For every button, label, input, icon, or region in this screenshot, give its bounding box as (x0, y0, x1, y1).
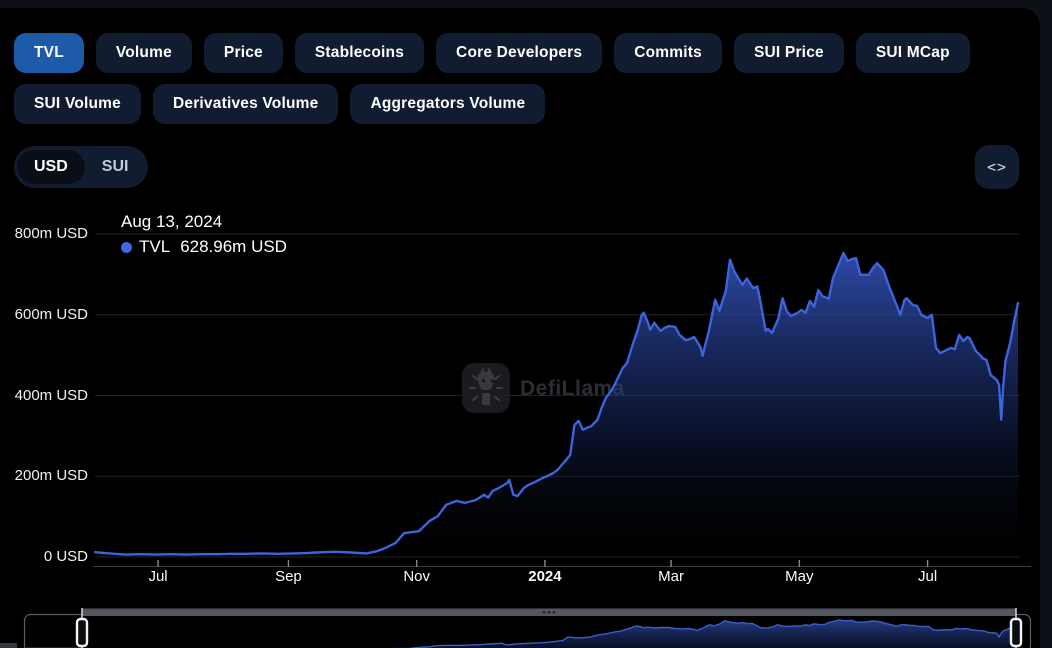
tab-stablecoins[interactable]: Stablecoins (295, 33, 424, 73)
y-axis-tick-label: 400m USD (0, 386, 88, 406)
tooltip-date: Aug 13, 2024 (121, 211, 287, 232)
metric-tabs-row-2: SUI Volume Derivatives Volume Aggregators … (14, 84, 545, 124)
x-axis-ticks (158, 560, 928, 567)
background-artifact (0, 643, 17, 648)
tab-commits[interactable]: Commits (614, 33, 722, 73)
tvl-area-fill (95, 253, 1018, 558)
x-axis-tick-label: 2024 (509, 567, 581, 587)
tooltip-series-name: TVL (139, 237, 170, 257)
code-brackets-icon: <> (987, 158, 1007, 176)
y-axis-tick-label: 0 USD (0, 547, 88, 567)
x-axis-tick-label: May (763, 567, 835, 587)
series-dot-icon (121, 242, 132, 253)
x-axis-tick-label: Nov (381, 567, 453, 587)
move-handle-grip-icon (543, 611, 556, 614)
tab-price[interactable]: Price (204, 33, 283, 73)
y-axis-tick-label: 200m USD (0, 466, 88, 486)
currency-option-usd[interactable]: USD (17, 150, 85, 184)
x-axis-tick-label: Sep (252, 567, 324, 587)
x-axis-tick-label: Jul (892, 567, 964, 587)
tab-derivatives-volume[interactable]: Derivatives Volume (153, 84, 338, 124)
y-axis-tick-label: 800m USD (0, 224, 88, 244)
tooltip-value: 628.96m USD (180, 237, 287, 257)
datazoom-slider[interactable] (0, 603, 1040, 648)
embed-chart-button[interactable]: <> (975, 145, 1019, 189)
currency-option-sui[interactable]: SUI (85, 150, 146, 184)
defillama-watermark: DefiLlama (462, 363, 625, 413)
tab-sui-mcap[interactable]: SUI MCap (856, 33, 970, 73)
tab-sui-price[interactable]: SUI Price (734, 33, 844, 73)
currency-toggle: USD SUI (14, 146, 148, 188)
tvl-area-chart[interactable]: DefiLlama (0, 203, 1040, 595)
chart-tooltip: Aug 13, 2024 TVL 628.96m USD (121, 211, 287, 257)
page: TVL Volume Price Stablecoins Core Developers… (0, 0, 1052, 648)
tab-tvl[interactable]: TVL (14, 33, 84, 73)
datazoom-mini-area (82, 620, 1016, 648)
x-axis-tick-label: Jul (122, 567, 194, 587)
metric-tabs-row-1: TVL Volume Price Stablecoins Core Developers… (14, 33, 970, 73)
tab-aggregators-volume[interactable]: Aggregators Volume (350, 84, 545, 124)
x-axis-tick-label: Mar (635, 567, 707, 587)
tab-sui-volume[interactable]: SUI Volume (14, 84, 141, 124)
tab-volume[interactable]: Volume (96, 33, 192, 73)
tab-core-developers[interactable]: Core Developers (436, 33, 602, 73)
chart-panel: TVL Volume Price Stablecoins Core Developers… (0, 8, 1040, 648)
y-axis-tick-label: 600m USD (0, 305, 88, 325)
